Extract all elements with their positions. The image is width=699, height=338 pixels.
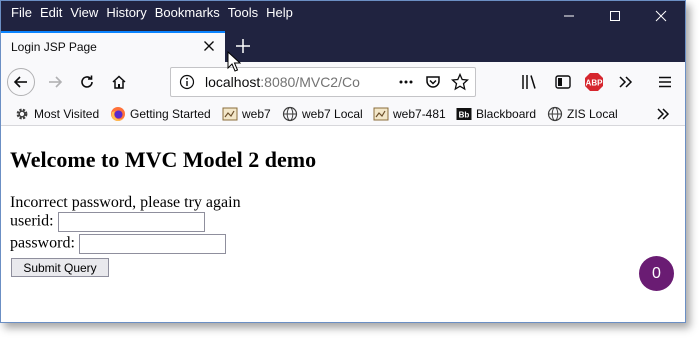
bookmark-label: web7-481 [393, 107, 446, 121]
page-icon [222, 107, 238, 121]
bookmarks-toolbar: Most Visited Getting Started web7 web7 L… [1, 102, 685, 126]
tab-title: Login JSP Page [11, 40, 97, 54]
url-text[interactable]: localhost:8080/MVC2/Co [205, 74, 365, 90]
bookmark-web7[interactable]: web7 [222, 105, 271, 123]
notification-badge[interactable]: 0 [639, 256, 674, 291]
home-button[interactable] [105, 68, 133, 96]
pocket-icon[interactable] [424, 73, 442, 91]
bookmark-label: web7 [242, 107, 271, 121]
globe-icon [547, 106, 563, 122]
url-path: :8080/MVC2/Co [260, 74, 360, 90]
bookmark-web7-481[interactable]: web7-481 [373, 105, 446, 123]
library-icon[interactable] [520, 73, 538, 91]
gear-icon [16, 108, 28, 120]
nav-bar: localhost:8080/MVC2/Co ABP [1, 62, 685, 102]
bookmark-label: Blackboard [476, 107, 537, 121]
blackboard-icon: Bb [456, 108, 472, 120]
menu-history[interactable]: History [102, 4, 150, 22]
password-row: password: [10, 234, 226, 254]
userid-row: userid: [10, 212, 205, 232]
page-icon [373, 107, 389, 121]
forward-arrow-icon [49, 76, 63, 88]
page-actions-icon[interactable] [397, 73, 415, 91]
menu-tools[interactable]: Tools [224, 4, 262, 22]
reload-icon [81, 75, 93, 88]
back-button[interactable] [7, 68, 35, 96]
tab-close-icon[interactable] [201, 38, 217, 54]
menu-file[interactable]: File [7, 4, 36, 22]
firefox-icon [111, 107, 125, 121]
submit-button[interactable]: Submit Query [11, 258, 109, 277]
sidebar-icon[interactable] [554, 73, 572, 91]
error-message: Incorrect password, please try again [10, 194, 241, 211]
svg-text:ABP: ABP [586, 79, 604, 88]
mouse-cursor-icon [227, 51, 241, 72]
bookmark-star-icon[interactable] [451, 73, 469, 91]
close-icon [655, 10, 667, 22]
password-input[interactable] [78, 234, 226, 254]
info-icon[interactable] [179, 74, 195, 90]
bookmark-label: Most Visited [34, 107, 100, 121]
menu-bar: File Edit View History Bookmarks Tools H… [7, 4, 297, 22]
url-host: localhost [205, 74, 261, 90]
svg-text:Bb: Bb [459, 111, 470, 120]
url-bar[interactable]: localhost:8080/MVC2/Co [170, 67, 476, 97]
tab-login[interactable]: Login JSP Page [1, 31, 225, 62]
title-bar: File Edit View History Bookmarks Tools H… [1, 1, 685, 62]
maximize-button[interactable] [592, 1, 638, 31]
globe-icon [282, 106, 298, 122]
minimize-icon [564, 15, 574, 17]
bookmark-zis-local[interactable]: ZIS Local [547, 105, 618, 123]
menu-edit[interactable]: Edit [36, 4, 66, 22]
maximize-icon [610, 11, 620, 21]
bookmark-label: web7 Local [302, 107, 363, 121]
bookmarks-overflow-icon[interactable] [655, 106, 671, 122]
home-icon [112, 75, 126, 89]
minimize-button[interactable] [546, 1, 592, 31]
userid-label: userid: [10, 212, 54, 230]
reload-button[interactable] [73, 68, 101, 96]
bookmark-getting-started[interactable]: Getting Started [110, 105, 211, 123]
forward-button[interactable] [41, 68, 69, 96]
menu-view[interactable]: View [66, 4, 102, 22]
userid-input[interactable] [57, 212, 205, 232]
bookmark-label: ZIS Local [567, 107, 618, 121]
overflow-chevron-icon[interactable] [617, 73, 635, 91]
bookmark-most-visited[interactable]: Most Visited [14, 105, 99, 123]
menu-bookmarks[interactable]: Bookmarks [151, 4, 224, 22]
page-heading: Welcome to MVC Model 2 demo [10, 147, 317, 172]
bookmark-web7-local[interactable]: web7 Local [282, 105, 363, 123]
page-content: Welcome to MVC Model 2 demo Incorrect pa… [1, 126, 685, 322]
back-arrow-icon [13, 76, 27, 88]
menu-help[interactable]: Help [262, 4, 297, 22]
password-label: password: [10, 234, 75, 252]
browser-window: File Edit View History Bookmarks Tools H… [0, 0, 686, 323]
bookmark-label: Getting Started [130, 107, 211, 121]
hamburger-menu-icon[interactable] [656, 73, 674, 91]
bookmark-blackboard[interactable]: Bb Blackboard [456, 105, 536, 123]
adblock-icon[interactable]: ABP [584, 72, 604, 92]
close-window-button[interactable] [638, 1, 684, 31]
